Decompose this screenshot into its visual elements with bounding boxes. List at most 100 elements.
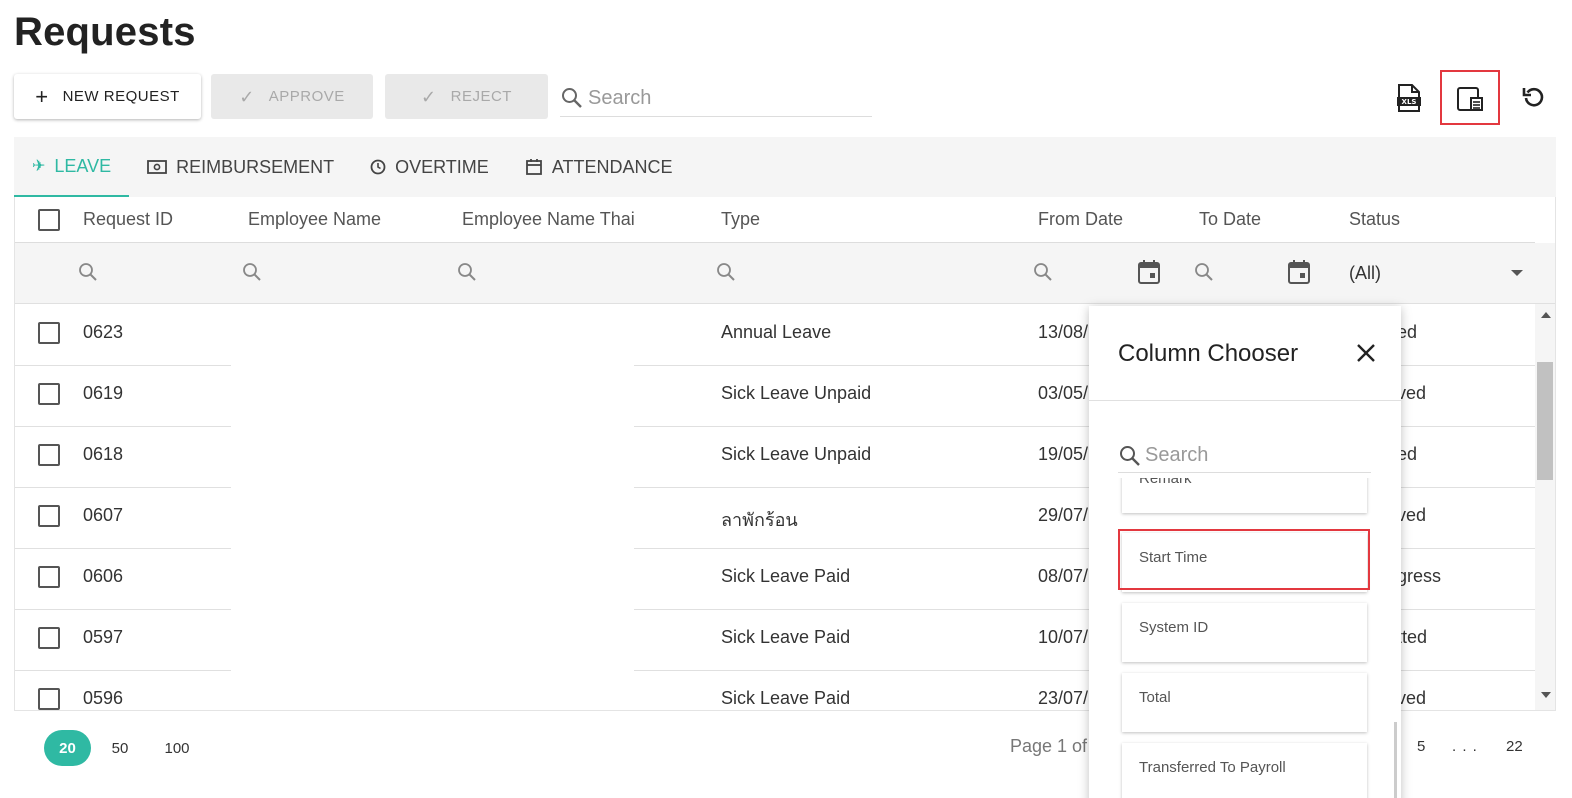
column-header-employee-name[interactable]: Employee Name [248, 209, 381, 230]
close-icon [1357, 344, 1375, 362]
page-info: Page 1 of [1010, 736, 1088, 756]
cell-type: Annual Leave [721, 322, 832, 342]
search-icon[interactable] [1032, 261, 1054, 283]
refresh-icon [1522, 87, 1544, 107]
tab-leave[interactable]: ✈ LEAVE [14, 137, 130, 197]
column-header-from-date[interactable]: From Date [1038, 209, 1123, 230]
cell-status: ved [1397, 383, 1427, 403]
page-size-50[interactable]: 50 [104, 730, 136, 766]
search-icon[interactable] [1193, 261, 1215, 283]
cell-type: ลาพักร้อน [721, 510, 798, 530]
scrollbar-thumb[interactable] [1537, 362, 1553, 480]
grid-header: Request ID Employee Name Employee Name T… [15, 197, 1535, 243]
cell-request-id: 0623 [83, 322, 124, 342]
search-bar [560, 80, 872, 117]
column-header-type[interactable]: Type [721, 209, 760, 230]
airplane-icon: ✈ [32, 158, 46, 175]
search-icon[interactable] [456, 261, 478, 283]
column-header-to-date[interactable]: To Date [1199, 209, 1261, 230]
cell-from-date: 08/07/ [1038, 566, 1089, 586]
cell-type: Sick Leave Paid [721, 627, 851, 647]
search-icon [562, 88, 582, 108]
page-title: Requests [14, 10, 196, 54]
search-icon[interactable] [241, 261, 263, 283]
check-icon: ✓ [421, 86, 437, 107]
cell-from-date: 23/07/ [1038, 688, 1089, 708]
cell-request-id: 0596 [83, 688, 124, 708]
svg-text:XLS: XLS [1402, 98, 1417, 106]
cell-status: gress [1397, 566, 1442, 586]
column-list-scrollbar[interactable] [1394, 722, 1397, 798]
column-item-label: Remark [1139, 478, 1192, 487]
row-checkbox[interactable] [38, 566, 60, 588]
highlight-box-start-time [1118, 529, 1370, 590]
export-xls-button[interactable]: XLS [1392, 82, 1426, 114]
calendar-icon[interactable] [1137, 259, 1161, 285]
tab-overtime-label: OVERTIME [395, 156, 489, 177]
scroll-down-icon[interactable] [1541, 692, 1551, 698]
tab-reimbursement-label: REIMBURSEMENT [176, 156, 335, 177]
close-button[interactable] [1355, 342, 1377, 369]
page-number-22[interactable]: 22 [1506, 738, 1523, 755]
reject-label: REJECT [450, 88, 512, 105]
cell-status: tted [1397, 627, 1428, 647]
column-item-total[interactable]: Total [1122, 673, 1367, 732]
status-filter-select[interactable]: (All) [1349, 263, 1381, 284]
reject-button[interactable]: ✓ REJECT [385, 74, 548, 119]
column-item-label: System ID [1139, 619, 1209, 636]
row-checkbox[interactable] [38, 505, 60, 527]
column-header-status[interactable]: Status [1349, 209, 1400, 230]
tab-reimbursement[interactable]: REIMBURSEMENT [129, 137, 352, 197]
row-checkbox[interactable] [38, 688, 60, 710]
cell-request-id: 0619 [83, 383, 124, 403]
tab-leave-label: LEAVE [54, 155, 112, 176]
cell-from-date: 19/05/ [1038, 444, 1089, 464]
select-all-checkbox[interactable] [38, 209, 60, 231]
tab-attendance[interactable]: ATTENDANCE [507, 137, 691, 197]
page-size-20[interactable]: 20 [44, 730, 91, 766]
calendar-icon[interactable] [1287, 259, 1311, 285]
cell-request-id: 0618 [83, 444, 124, 464]
filter-row: (All) [15, 243, 1555, 304]
cell-from-date: 29/07/ [1038, 505, 1089, 525]
cell-from-date: 13/08/ [1038, 322, 1089, 342]
column-chooser-title: Column Chooser [1118, 340, 1299, 367]
column-item-label: Total [1139, 689, 1171, 706]
column-item-label: Transferred To Payroll [1139, 759, 1286, 776]
column-item-system-id[interactable]: System ID [1122, 603, 1367, 662]
cell-status: ved [1397, 505, 1427, 525]
approve-button[interactable]: ✓ APPROVE [211, 74, 373, 119]
column-search-input[interactable] [1145, 444, 1365, 467]
column-item-remark[interactable]: Remark [1122, 478, 1367, 513]
column-header-request-id[interactable]: Request ID [83, 209, 173, 230]
new-request-label: NEW REQUEST [62, 88, 180, 105]
plus-icon: + [35, 83, 49, 109]
row-checkbox[interactable] [38, 627, 60, 649]
scroll-up-icon[interactable] [1541, 312, 1551, 318]
cell-request-id: 0597 [83, 627, 124, 647]
money-icon [147, 160, 168, 174]
cell-type: Sick Leave Paid [721, 688, 851, 708]
new-request-button[interactable]: + NEW REQUEST [14, 74, 201, 119]
cell-from-date: 03/05/ [1038, 383, 1089, 403]
page-number-5[interactable]: 5 [1417, 738, 1425, 755]
chevron-down-icon[interactable] [1511, 270, 1523, 276]
row-checkbox[interactable] [38, 322, 60, 344]
tab-attendance-label: ATTENDANCE [551, 156, 673, 177]
grid-scrollbar[interactable] [1535, 304, 1555, 710]
column-header-employee-name-thai[interactable]: Employee Name Thai [462, 209, 635, 230]
column-list: Remark Start Time System ID Total Transf… [1118, 478, 1371, 798]
check-icon: ✓ [239, 86, 255, 107]
column-item-transferred-to-payroll[interactable]: Transferred To Payroll [1122, 743, 1367, 798]
tab-overtime[interactable]: OVERTIME [352, 137, 507, 197]
search-input[interactable] [588, 86, 858, 110]
cell-request-id: 0607 [83, 505, 124, 525]
cell-type: Sick Leave Paid [721, 566, 851, 586]
search-icon[interactable] [77, 261, 99, 283]
row-checkbox[interactable] [38, 444, 60, 466]
row-checkbox[interactable] [38, 383, 60, 405]
refresh-button[interactable] [1518, 82, 1550, 112]
search-icon[interactable] [715, 261, 737, 283]
cell-from-date: 10/07/ [1038, 627, 1089, 647]
page-size-100[interactable]: 100 [158, 730, 196, 766]
